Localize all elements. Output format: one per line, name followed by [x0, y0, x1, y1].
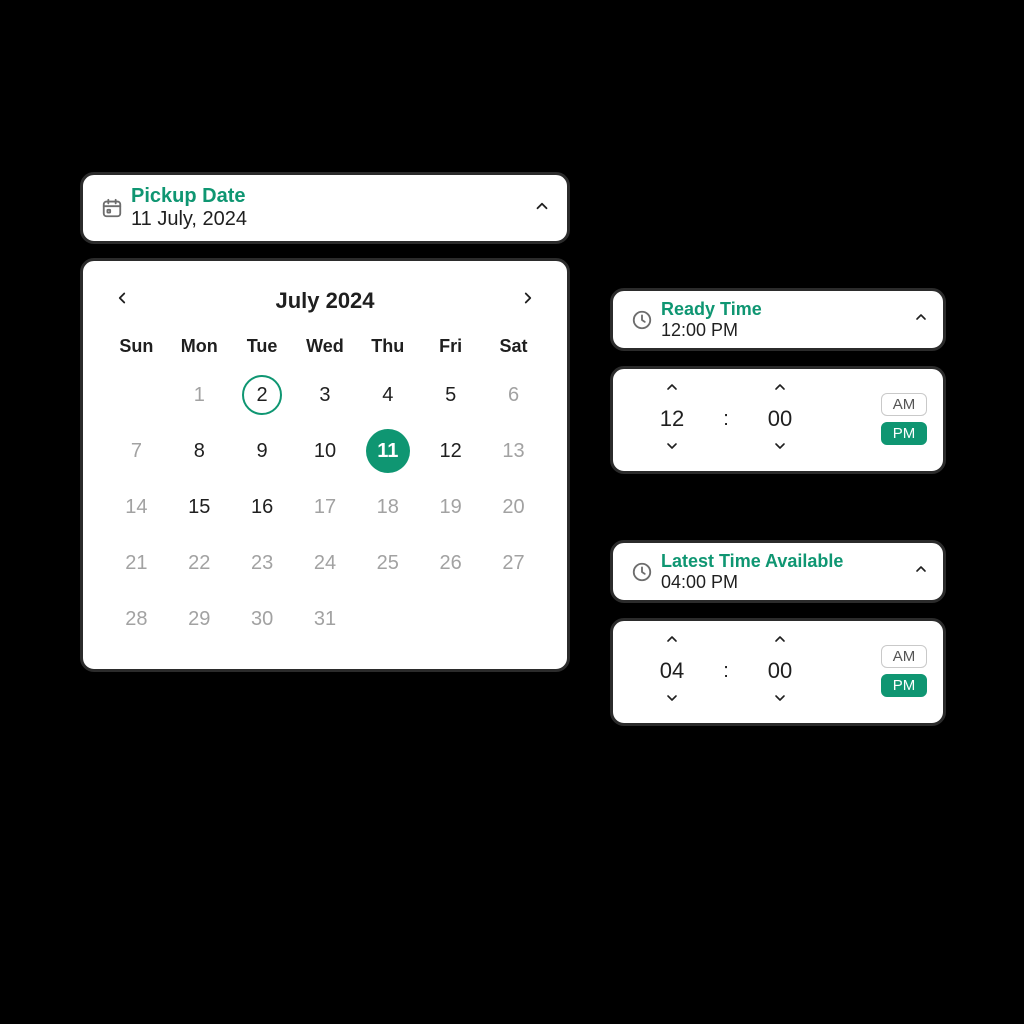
ready-time-label: Ready Time	[661, 299, 762, 320]
calendar-day[interactable]: 6	[482, 367, 545, 423]
calendar-day[interactable]: 11	[356, 423, 419, 479]
calendar-day[interactable]: 9	[231, 423, 294, 479]
calendar-day[interactable]: 2	[231, 367, 294, 423]
latest-time-label: Latest Time Available	[661, 551, 843, 572]
calendar-day[interactable]: 5	[419, 367, 482, 423]
calendar-day[interactable]: 22	[168, 535, 231, 591]
calendar-dow: Wed	[294, 330, 357, 367]
clock-icon	[627, 309, 657, 331]
calendar-day[interactable]: 3	[294, 367, 357, 423]
clock-icon	[627, 561, 657, 583]
calendar-day[interactable]: 31	[294, 591, 357, 647]
next-month-button[interactable]	[515, 285, 541, 316]
calendar-day[interactable]: 7	[105, 423, 168, 479]
latest-ampm-toggle: AM PM	[881, 645, 927, 697]
hour-down-button[interactable]	[662, 688, 682, 713]
latest-time-value: 04:00 PM	[661, 572, 843, 593]
minute-up-button[interactable]	[770, 629, 790, 654]
ready-am-button[interactable]: AM	[881, 393, 927, 416]
calendar-day[interactable]: 27	[482, 535, 545, 591]
latest-hour-value: 04	[660, 654, 684, 688]
calendar-dow: Tue	[231, 330, 294, 367]
ready-pm-button[interactable]: PM	[881, 422, 927, 445]
calendar-day[interactable]: 21	[105, 535, 168, 591]
calendar-day[interactable]: 8	[168, 423, 231, 479]
chevron-up-icon[interactable]	[913, 561, 929, 582]
calendar-day[interactable]: 20	[482, 479, 545, 535]
calendar-day[interactable]: 26	[419, 535, 482, 591]
calendar-title: July 2024	[275, 288, 374, 314]
calendar-dow: Sat	[482, 330, 545, 367]
ready-time-value: 12:00 PM	[661, 320, 762, 341]
latest-hour-column: 04	[637, 629, 707, 713]
calendar-day[interactable]: 17	[294, 479, 357, 535]
calendar-day[interactable]: 15	[168, 479, 231, 535]
calendar-day	[105, 367, 168, 423]
calendar-day[interactable]: 4	[356, 367, 419, 423]
chevron-up-icon[interactable]	[533, 197, 551, 220]
ready-hour-column: 12	[637, 377, 707, 461]
calendar-dow: Sun	[105, 330, 168, 367]
ready-hour-value: 12	[660, 402, 684, 436]
minute-down-button[interactable]	[770, 436, 790, 461]
minute-up-button[interactable]	[770, 377, 790, 402]
calendar-day[interactable]: 18	[356, 479, 419, 535]
calendar-day[interactable]: 14	[105, 479, 168, 535]
calendar-day[interactable]: 28	[105, 591, 168, 647]
pickup-date-value: 11 July, 2024	[131, 208, 247, 231]
calendar-day[interactable]: 23	[231, 535, 294, 591]
pickup-date-label: Pickup Date	[131, 185, 247, 208]
pickup-date-header[interactable]: Pickup Date 11 July, 2024	[80, 172, 570, 244]
calendar-day[interactable]: 13	[482, 423, 545, 479]
chevron-up-icon[interactable]	[913, 309, 929, 330]
calendar-dow: Fri	[419, 330, 482, 367]
calendar-day[interactable]: 30	[231, 591, 294, 647]
ready-minute-column: 00	[745, 377, 815, 461]
calendar-day[interactable]: 29	[168, 591, 231, 647]
hour-up-button[interactable]	[662, 377, 682, 402]
calendar-grid: SunMonTueWedThuFriSat 123456789101112131…	[105, 330, 545, 647]
calendar-day[interactable]: 19	[419, 479, 482, 535]
latest-am-button[interactable]: AM	[881, 645, 927, 668]
calendar-dow: Mon	[168, 330, 231, 367]
ready-time-picker: 12 : 00 AM PM	[610, 366, 946, 474]
calendar-day[interactable]: 1	[168, 367, 231, 423]
time-colon: :	[717, 660, 735, 683]
calendar-dow: Thu	[356, 330, 419, 367]
ready-ampm-toggle: AM PM	[881, 393, 927, 445]
hour-up-button[interactable]	[662, 629, 682, 654]
latest-pm-button[interactable]: PM	[881, 674, 927, 697]
calendar-day[interactable]: 16	[231, 479, 294, 535]
calendar-day	[356, 591, 419, 647]
calendar-day[interactable]: 24	[294, 535, 357, 591]
latest-time-header[interactable]: Latest Time Available 04:00 PM	[610, 540, 946, 603]
calendar-day[interactable]: 12	[419, 423, 482, 479]
calendar-day[interactable]: 25	[356, 535, 419, 591]
calendar-day[interactable]: 10	[294, 423, 357, 479]
calendar-icon	[97, 197, 127, 219]
latest-time-picker: 04 : 00 AM PM	[610, 618, 946, 726]
time-colon: :	[717, 408, 735, 431]
calendar-day	[419, 591, 482, 647]
calendar-day	[482, 591, 545, 647]
latest-minute-value: 00	[768, 654, 792, 688]
prev-month-button[interactable]	[109, 285, 135, 316]
hour-down-button[interactable]	[662, 436, 682, 461]
ready-minute-value: 00	[768, 402, 792, 436]
calendar-panel: July 2024 SunMonTueWedThuFriSat 12345678…	[80, 258, 570, 672]
latest-minute-column: 00	[745, 629, 815, 713]
minute-down-button[interactable]	[770, 688, 790, 713]
ready-time-header[interactable]: Ready Time 12:00 PM	[610, 288, 946, 351]
